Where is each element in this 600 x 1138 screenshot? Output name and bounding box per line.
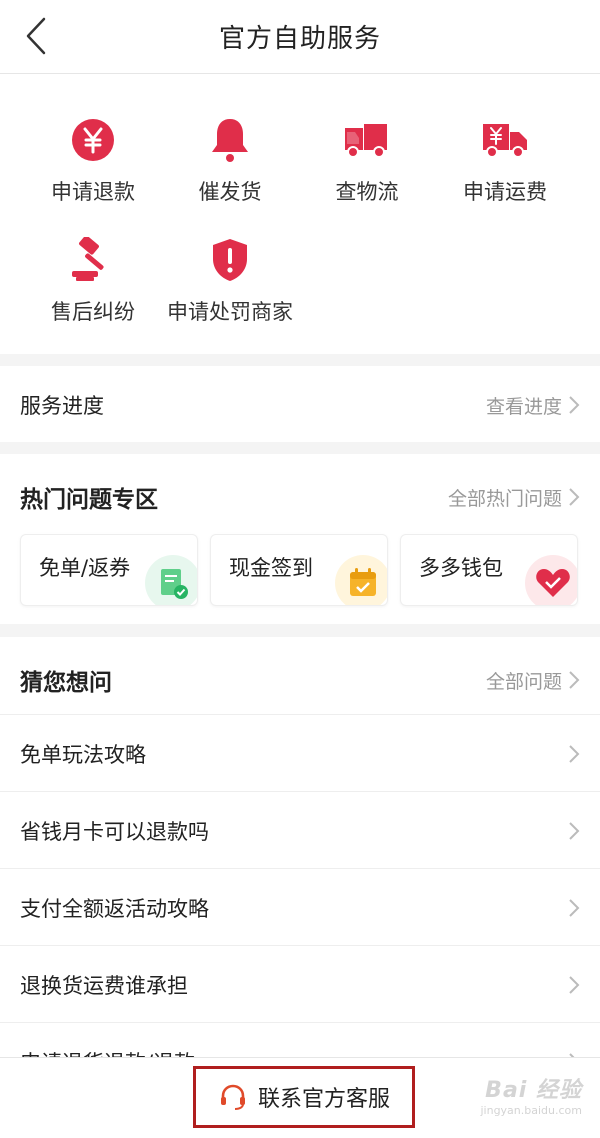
watermark: Bai 经验 jingyan.baidu.com [480, 1072, 582, 1117]
faq-item[interactable]: 支付全额返活动攻略 [0, 869, 600, 946]
faq-section: 猜您想问 全部问题 免单玩法攻略 省钱月卡可以退款吗 支付全额返活动攻略 退换货… [0, 637, 600, 1057]
all-questions-text: 全部问题 [485, 670, 562, 693]
chevron-right-icon [569, 745, 580, 763]
hot-card-label: 多多钱包 [419, 556, 503, 580]
all-hot-questions-text: 全部热门问题 [447, 487, 562, 510]
hot-card-label: 免单/返券 [39, 556, 131, 580]
service-label: 申请退款 [51, 180, 135, 204]
service-label: 催发货 [198, 180, 262, 204]
service-label: 售后纠纷 [51, 300, 135, 324]
hot-card-cash-checkin[interactable]: 现金签到 [210, 534, 388, 606]
service-label: 查物流 [335, 180, 399, 204]
faq-item[interactable]: 免单玩法攻略 [0, 715, 600, 792]
faq-item-label: 省钱月卡可以退款吗 [20, 820, 209, 844]
chevron-right-icon [569, 488, 580, 506]
heart-wallet-icon [525, 555, 577, 605]
watermark-url: jingyan.baidu.com [480, 1104, 582, 1117]
bell-icon [200, 110, 260, 170]
all-hot-questions-link[interactable]: 全部热门问题 [448, 484, 580, 511]
document-check-icon [145, 555, 197, 605]
service-urge-shipping[interactable]: 催发货 [161, 110, 299, 206]
service-progress-label: 服务进度 [20, 394, 104, 418]
service-freight-claim[interactable]: 申请运费 [436, 110, 574, 206]
service-label: 申请处罚商家 [167, 300, 293, 324]
truck-yuan-icon [475, 110, 535, 170]
faq-item-label: 申请退货退款/退款 [20, 1047, 195, 1057]
service-label: 申请运费 [463, 180, 547, 204]
service-track-logistics[interactable]: 查物流 [298, 110, 436, 206]
contact-label: 联系官方客服 [257, 1087, 390, 1112]
faq-item-label: 退换货运费谁承担 [20, 974, 188, 998]
faq-item-label: 免单玩法攻略 [20, 743, 146, 767]
faq-item[interactable]: 退换货运费谁承担 [0, 946, 600, 1023]
headset-icon [220, 1084, 245, 1110]
self-service-grid: 申请退款 催发货 查物流 申请运费 售后纠纷 申请处罚商家 [0, 74, 600, 354]
service-refund[interactable]: 申请退款 [24, 110, 162, 206]
hot-card-label: 现金签到 [229, 556, 313, 580]
hot-questions-title: 热门问题专区 [20, 487, 158, 513]
hot-card-free-order[interactable]: 免单/返券 [20, 534, 198, 606]
bottom-bar: 联系官方客服 Bai 经验 jingyan.baidu.com [0, 1057, 600, 1138]
hot-questions-section: 热门问题专区 全部热门问题 免单/返券 现金签到 多多钱包 [0, 454, 600, 624]
chevron-right-icon [569, 976, 580, 994]
chevron-right-icon [569, 671, 580, 689]
gavel-icon [63, 230, 123, 290]
faq-header: 猜您想问 全部问题 [0, 637, 600, 715]
calendar-check-icon [335, 555, 387, 605]
page-title: 官方自助服务 [218, 24, 381, 54]
faq-item-label: 支付全额返活动攻略 [20, 897, 209, 921]
faq-title: 猜您想问 [20, 670, 112, 696]
watermark-logo-text: Bai 经验 [485, 1078, 582, 1103]
contact-official-service-button[interactable]: 联系官方客服 [193, 1066, 415, 1128]
hot-card-wallet[interactable]: 多多钱包 [400, 534, 578, 606]
faq-item[interactable]: 省钱月卡可以退款吗 [0, 792, 600, 869]
view-progress-text: 查看进度 [485, 395, 562, 418]
header-bar: 官方自助服务 [0, 0, 600, 74]
service-report-merchant[interactable]: 申请处罚商家 [161, 230, 299, 326]
truck-icon [337, 110, 397, 170]
shield-alert-icon [200, 230, 260, 290]
service-after-sale-dispute[interactable]: 售后纠纷 [24, 230, 162, 326]
faq-item[interactable]: 申请退货退款/退款 [0, 1023, 600, 1057]
service-progress-row[interactable]: 服务进度 查看进度 [0, 366, 600, 442]
view-progress-link[interactable]: 查看进度 [486, 392, 580, 419]
all-questions-link[interactable]: 全部问题 [486, 667, 580, 694]
chevron-right-icon [569, 822, 580, 840]
chevron-right-icon [569, 396, 580, 414]
yuan-circle-icon [63, 110, 123, 170]
chevron-right-icon [569, 899, 580, 917]
